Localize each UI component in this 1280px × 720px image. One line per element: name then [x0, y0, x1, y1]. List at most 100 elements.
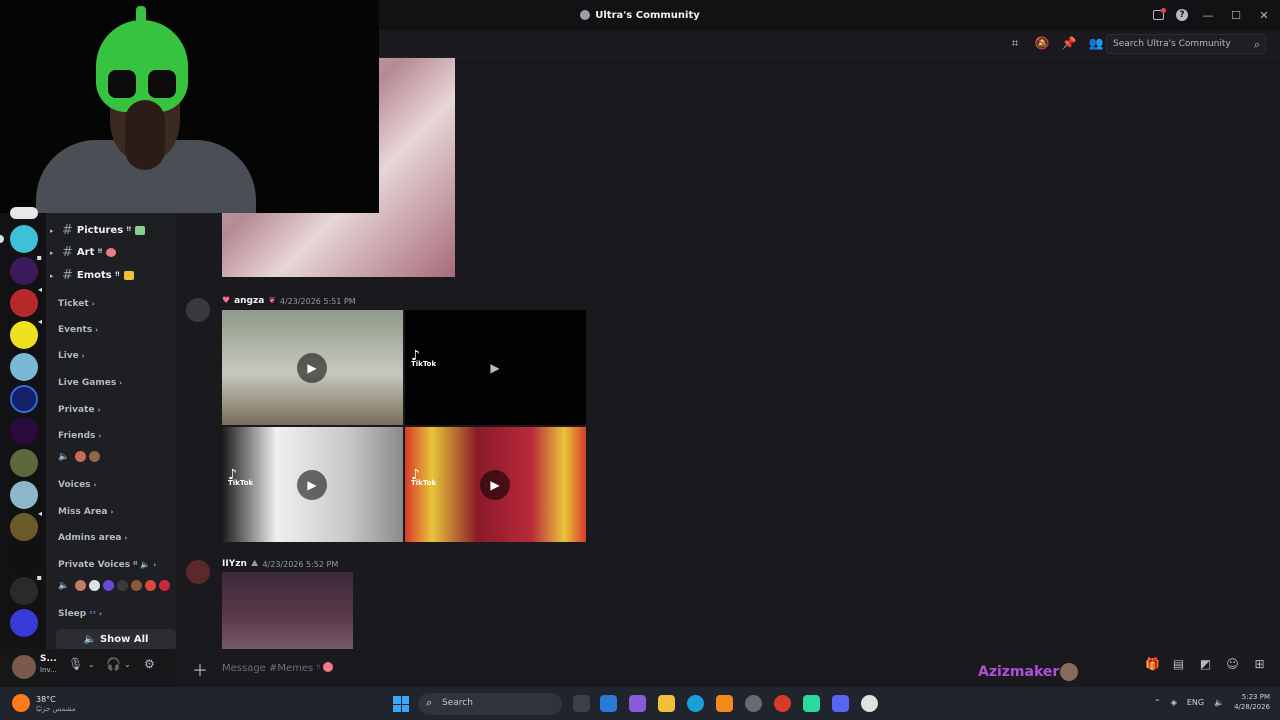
store-icon[interactable] — [600, 695, 617, 712]
weather-desc: مشمس جزئيًا — [36, 705, 76, 713]
video-attachment[interactable]: ♪ TikTok ▶ — [405, 310, 586, 425]
message-author[interactable]: IIYzn — [222, 559, 247, 569]
obs-icon[interactable] — [745, 695, 762, 712]
voice-participants[interactable]: 🔈 — [58, 450, 102, 463]
server-icon[interactable]: ▪ — [10, 573, 42, 605]
category-voices[interactable]: Voices › — [58, 480, 96, 490]
server-icon[interactable] — [10, 609, 38, 637]
gift-icon[interactable]: 🎁 — [1145, 657, 1160, 671]
category-live[interactable]: Live › — [58, 351, 85, 361]
avatar[interactable] — [186, 298, 210, 322]
help-icon[interactable]: ? — [1176, 9, 1188, 21]
server-icon[interactable]: ▪ — [10, 253, 42, 285]
channel-art[interactable]: ▸ # Art ᵎᵎ — [50, 245, 117, 260]
chevron-up-icon[interactable]: ⌃ — [1154, 698, 1161, 707]
play-icon[interactable]: ▶ — [297, 470, 327, 500]
category-friends[interactable]: Friends › — [58, 431, 101, 441]
clock[interactable]: 5:23 PM 4/28/2026 — [1234, 692, 1270, 712]
category-events[interactable]: Events › — [58, 325, 98, 335]
copilot-icon[interactable] — [629, 695, 646, 712]
play-icon[interactable]: ▶ — [297, 353, 327, 383]
chevron-down-icon[interactable]: ⌄ — [88, 660, 95, 669]
show-all-button[interactable]: 🔈 Show All — [56, 629, 176, 649]
category-sleep[interactable]: Sleep ᶻᶻ › — [58, 609, 102, 619]
taskbar-search[interactable]: ⌕ Search — [418, 693, 562, 715]
app-icon[interactable] — [861, 695, 878, 712]
chrome-icon[interactable] — [774, 695, 791, 712]
green-mask — [96, 6, 188, 112]
edge-icon[interactable] — [687, 695, 704, 712]
channel-label: Pictures ᵎᵎ — [76, 225, 132, 236]
server-icon[interactable] — [10, 385, 38, 413]
minimize-icon[interactable]: — — [1200, 9, 1216, 22]
app-icon[interactable] — [803, 695, 820, 712]
avatar[interactable] — [186, 560, 210, 584]
category-private-voices[interactable]: Private Voices ᵎᵎ 🔈 › — [58, 560, 156, 570]
server-icon[interactable]: ◂ — [10, 509, 42, 541]
server-icon[interactable] — [10, 207, 38, 219]
category-label: Friends — [58, 431, 96, 441]
avatar[interactable] — [12, 655, 36, 679]
category-admins-area[interactable]: Admins area › — [58, 533, 127, 543]
channel-pictures[interactable]: ▸ # Pictures ᵎᵎ — [50, 223, 146, 238]
category-label: Sleep — [58, 609, 87, 619]
plus-icon[interactable]: ＋ — [192, 657, 208, 681]
play-icon[interactable]: ▶ — [480, 470, 510, 500]
tiktok-watermark: ♪ TikTok — [411, 349, 436, 368]
mute-icon[interactable]: 🔕 — [1034, 35, 1050, 51]
server-icon[interactable] — [0, 225, 38, 253]
pin-icon[interactable]: 📌 — [1061, 35, 1077, 51]
clock-time: 5:23 PM — [1241, 693, 1270, 701]
voice-participants[interactable]: 🔈 — [58, 579, 172, 592]
server-icon[interactable] — [10, 449, 38, 477]
language-indicator[interactable]: ENG — [1187, 698, 1204, 707]
message-input[interactable]: Message #Memes ᵎᵎ — [222, 662, 334, 674]
server-icon[interactable]: ◂ — [10, 285, 42, 317]
maximize-icon[interactable]: ☐ — [1228, 9, 1244, 22]
server-icon[interactable]: ◂ — [10, 317, 42, 349]
server-icon[interactable] — [10, 545, 38, 573]
chevron-down-icon[interactable]: ⌄ — [124, 660, 131, 669]
video-attachment[interactable]: ♪ TikTok ▶ — [222, 427, 403, 542]
apps-icon[interactable]: ⊞ — [1253, 657, 1266, 671]
webcam-hand — [125, 100, 165, 170]
network-icon[interactable]: ◈ — [1171, 698, 1177, 707]
speaker-icon: 🔈 — [83, 633, 96, 645]
inbox-icon[interactable] — [1153, 8, 1166, 20]
emoji-icon[interactable]: ☺ — [1226, 657, 1239, 671]
server-icon[interactable] — [10, 353, 38, 381]
channel-emots[interactable]: ▸ # Emots ᵎᵎ — [50, 268, 134, 283]
sticker-icon[interactable]: ◩ — [1199, 657, 1212, 671]
category-ticket[interactable]: Ticket › — [58, 299, 95, 309]
message-header: ♥ angza ❦ 4/23/2026 5:51 PM — [222, 296, 356, 306]
category-live-games[interactable]: Live Games › — [58, 378, 122, 388]
members-icon[interactable]: 👥 — [1088, 35, 1104, 51]
search-input[interactable]: Search Ultra's Community ⌕ — [1106, 34, 1266, 54]
video-attachment[interactable]: ▶ — [222, 310, 403, 425]
avatar — [130, 579, 144, 592]
task-view-icon[interactable] — [573, 695, 590, 712]
message-image[interactable] — [222, 572, 353, 649]
file-explorer-icon[interactable] — [658, 695, 675, 712]
video-attachment[interactable]: ♪ TikTok ▶ — [405, 427, 586, 542]
user-name[interactable]: S... — [40, 654, 57, 664]
play-icon[interactable]: ▶ — [480, 353, 510, 383]
server-icon[interactable] — [10, 481, 38, 509]
volume-icon[interactable]: 🔈 — [1214, 698, 1224, 707]
gif-icon[interactable]: ▤ — [1172, 657, 1185, 671]
vlc-icon[interactable] — [716, 695, 733, 712]
server-icon[interactable] — [10, 417, 38, 445]
close-icon[interactable]: ✕ — [1256, 9, 1272, 22]
mic-icon[interactable]: 🎙 — [68, 657, 83, 671]
message-author[interactable]: angza — [234, 296, 264, 306]
start-button[interactable] — [393, 696, 409, 712]
weather-widget[interactable]: 38°C مشمس جزئيًا — [12, 692, 92, 716]
discord-icon[interactable] — [832, 695, 849, 712]
chevron-right-icon: ▸ — [50, 248, 54, 257]
headphones-icon[interactable]: 🎧 — [106, 657, 121, 671]
category-miss-area[interactable]: Miss Area › — [58, 507, 113, 517]
settings-icon[interactable]: ⚙ — [144, 657, 155, 671]
chevron-right-icon: › — [98, 432, 102, 440]
category-private[interactable]: Private › — [58, 405, 100, 415]
threads-icon[interactable]: ⌗ — [1007, 35, 1023, 51]
